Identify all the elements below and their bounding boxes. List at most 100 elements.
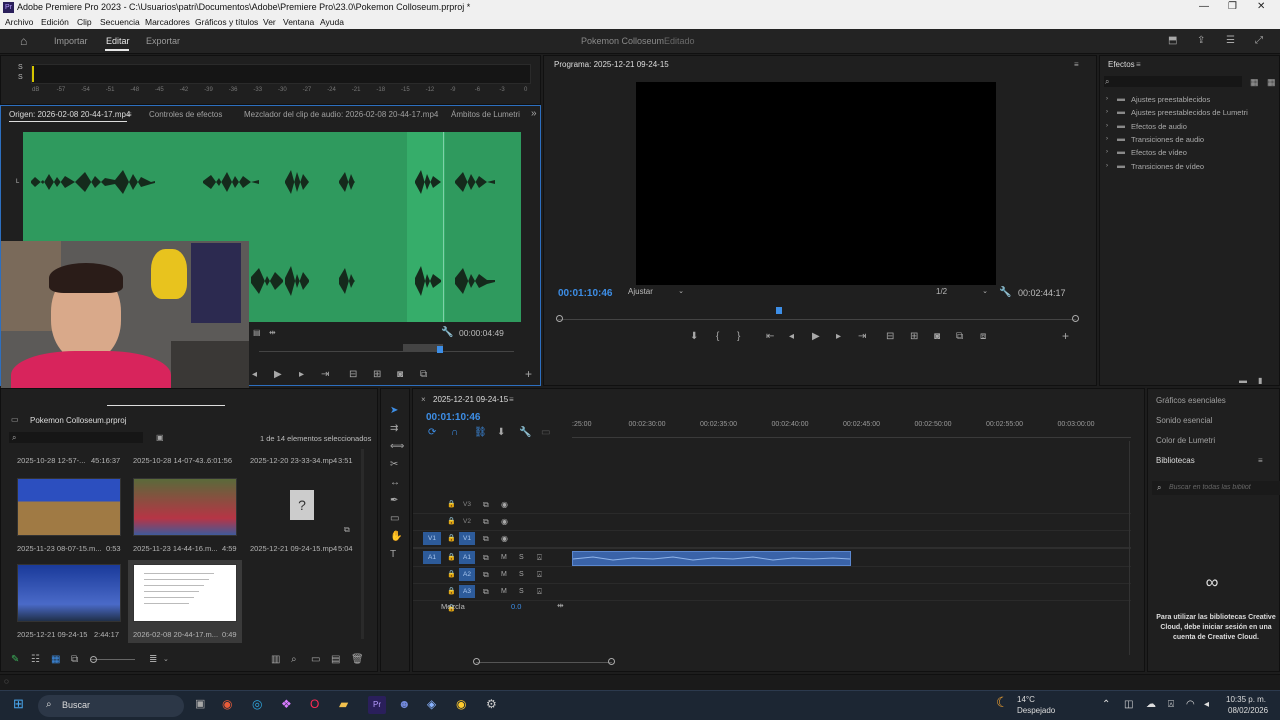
track-label[interactable]: V3 (459, 498, 475, 511)
audio-clip[interactable] (572, 551, 851, 566)
icon-view-icon[interactable]: ▦ (51, 655, 60, 665)
panel-menu-icon[interactable]: ≡ (1074, 60, 1079, 70)
timeline-zoom-bar[interactable] (476, 662, 612, 663)
solo-icon[interactable]: S (519, 553, 524, 563)
panel-essential-graphics[interactable]: Gráficos esenciales (1156, 396, 1226, 405)
clip-thumbnail[interactable] (17, 478, 121, 536)
chevron-right-icon[interactable]: › (1106, 121, 1108, 131)
fullscreen-icon[interactable]: ⤢ (1255, 36, 1263, 46)
source-timecode[interactable]: 00:00:04:49 (459, 328, 504, 338)
mix-value[interactable]: 0.0 (511, 602, 521, 611)
lock-icon[interactable]: 🔒 (447, 500, 456, 510)
effects-folder-item[interactable]: Ajustes preestablecidos (1131, 95, 1210, 104)
wrench-icon[interactable]: 🔧 (441, 328, 453, 338)
program-playhead[interactable] (776, 307, 782, 314)
hand-icon[interactable]: ✋ (390, 532, 402, 542)
microphone-icon[interactable]: ⍓ (1168, 700, 1174, 710)
track-label[interactable]: A2 (459, 568, 475, 581)
menu-ver[interactable]: Ver (263, 17, 276, 27)
export-frame-icon[interactable]: ◙ (397, 370, 403, 380)
panel-menu-icon[interactable]: ≡ (1136, 60, 1141, 70)
file-explorer-icon[interactable]: ▰ (339, 698, 348, 710)
source-patch-audio[interactable]: A1 (423, 551, 441, 564)
sync-lock-icon[interactable]: ⧉ (483, 553, 489, 563)
fit-dropdown[interactable]: Ajustar ⌄ (628, 287, 684, 299)
opera-icon[interactable]: O (310, 698, 319, 710)
onedrive-icon[interactable]: ☁ (1146, 700, 1156, 710)
mark-out-icon[interactable]: } (737, 332, 740, 342)
home-icon[interactable]: ⌂ (20, 35, 27, 47)
effects-folder-item[interactable]: Efectos de audio (1131, 122, 1187, 131)
captions-icon[interactable]: ▭ (541, 428, 550, 438)
panel-lumetri-color[interactable]: Color de Lumetri (1156, 436, 1215, 445)
mute-icon[interactable]: M (501, 587, 507, 597)
lock-icon[interactable]: 🔒 (447, 587, 456, 597)
marker-icon[interactable]: ⬇ (690, 332, 698, 342)
track-select-icon[interactable]: ⇉ (390, 424, 398, 434)
chevron-right-icon[interactable]: › (1106, 107, 1108, 117)
timeline-timecode[interactable]: 00:01:10:46 (426, 412, 480, 423)
automate-icon[interactable]: ▥ (271, 655, 280, 665)
rectangle-icon[interactable]: ▭ (390, 514, 399, 524)
lock-icon[interactable]: 🔒 (447, 570, 456, 580)
add-button-icon[interactable]: + (525, 368, 532, 380)
network-icon[interactable]: ◫ (1124, 700, 1133, 710)
chevron-right-icon[interactable]: › (1106, 134, 1108, 144)
settings-icon[interactable]: 🔧 (519, 428, 531, 438)
menu-secuencia[interactable]: Secuencia (100, 17, 140, 27)
add-button-icon[interactable]: + (1062, 330, 1069, 342)
sync-lock-icon[interactable]: ⧉ (483, 587, 489, 597)
menu-graficos[interactable]: Gráficos y títulos (195, 17, 258, 27)
list-icon[interactable]: ▦ (1267, 77, 1276, 87)
zoom-handle-right[interactable] (608, 658, 615, 665)
razor-icon[interactable]: ✂ (390, 460, 398, 470)
freeform-view-icon[interactable]: ⧉ (71, 655, 78, 665)
pen-icon[interactable]: ✒ (390, 496, 398, 506)
chrome-icon[interactable]: ◉ (222, 698, 232, 710)
show-hidden-icons-icon[interactable]: ⌃ (1102, 700, 1110, 710)
new-bin-icon[interactable]: ▭ (311, 655, 320, 665)
panel-menu-icon[interactable]: ≡ (1258, 456, 1263, 466)
selection-tool-icon[interactable]: ➤ (390, 406, 398, 416)
project-search-input[interactable] (9, 432, 143, 443)
step-forward-icon[interactable]: ▸ (836, 332, 841, 342)
type-icon[interactable]: T (390, 550, 396, 560)
taskbar-search[interactable]: ⌕ Buscar (38, 695, 184, 717)
comparison-icon[interactable]: ⧉ (956, 332, 963, 342)
eye-icon[interactable]: ◉ (501, 500, 508, 510)
chrome-icon[interactable]: ◉ (456, 698, 466, 710)
share-icon[interactable]: ⇪ (1197, 36, 1205, 46)
trash-icon[interactable]: 🗑 (351, 655, 364, 665)
mark-in-icon[interactable]: { (716, 332, 719, 342)
eye-icon[interactable]: ◉ (501, 534, 508, 544)
zoom-handle-right[interactable] (1072, 315, 1079, 322)
sync-lock-icon[interactable]: ⧉ (483, 500, 489, 510)
overflow-tabs-icon[interactable]: » (531, 109, 537, 119)
lock-icon[interactable]: 🔒 (447, 534, 456, 544)
tab-source[interactable]: Origen: 2026-02-08 20-44-17.mp4 (9, 110, 130, 119)
program-video-frame[interactable] (636, 82, 996, 285)
eye-icon[interactable]: ◉ (501, 517, 508, 527)
go-to-out-icon[interactable]: ⇥ (321, 370, 329, 380)
menu-marcadores[interactable]: Marcadores (145, 17, 190, 27)
sync-lock-icon[interactable]: ⧉ (483, 517, 489, 527)
clip-thumbnail[interactable] (17, 564, 121, 622)
tab-lumetri-scopes[interactable]: Ámbitos de Lumetri (451, 110, 520, 119)
menu-ayuda[interactable]: Ayuda (320, 17, 344, 27)
panel-essential-sound[interactable]: Sonido esencial (1156, 416, 1212, 425)
overwrite-icon[interactable]: ⊞ (373, 370, 381, 380)
zoom-slider-handle[interactable] (90, 656, 97, 663)
close-icon[interactable]: × (421, 395, 426, 405)
track-label[interactable]: V1 (459, 532, 475, 545)
play-icon[interactable]: ▶ (812, 332, 820, 342)
workspaces-menu-icon[interactable]: ☰ (1226, 36, 1235, 46)
trim-icon[interactable]: ⧈ (980, 332, 986, 342)
effects-search-input[interactable] (1104, 76, 1242, 87)
sync-lock-icon[interactable]: ⧉ (483, 534, 489, 544)
wrench-icon[interactable]: 🔧 (999, 288, 1011, 298)
clock-date[interactable]: 08/02/2026 (1228, 706, 1268, 715)
extract-icon[interactable]: ⊞ (910, 332, 918, 342)
pencil-icon[interactable]: ✎ (11, 655, 19, 665)
microphone-icon[interactable]: ⍓ (537, 587, 542, 597)
find-icon[interactable]: ⌕ (291, 655, 297, 665)
